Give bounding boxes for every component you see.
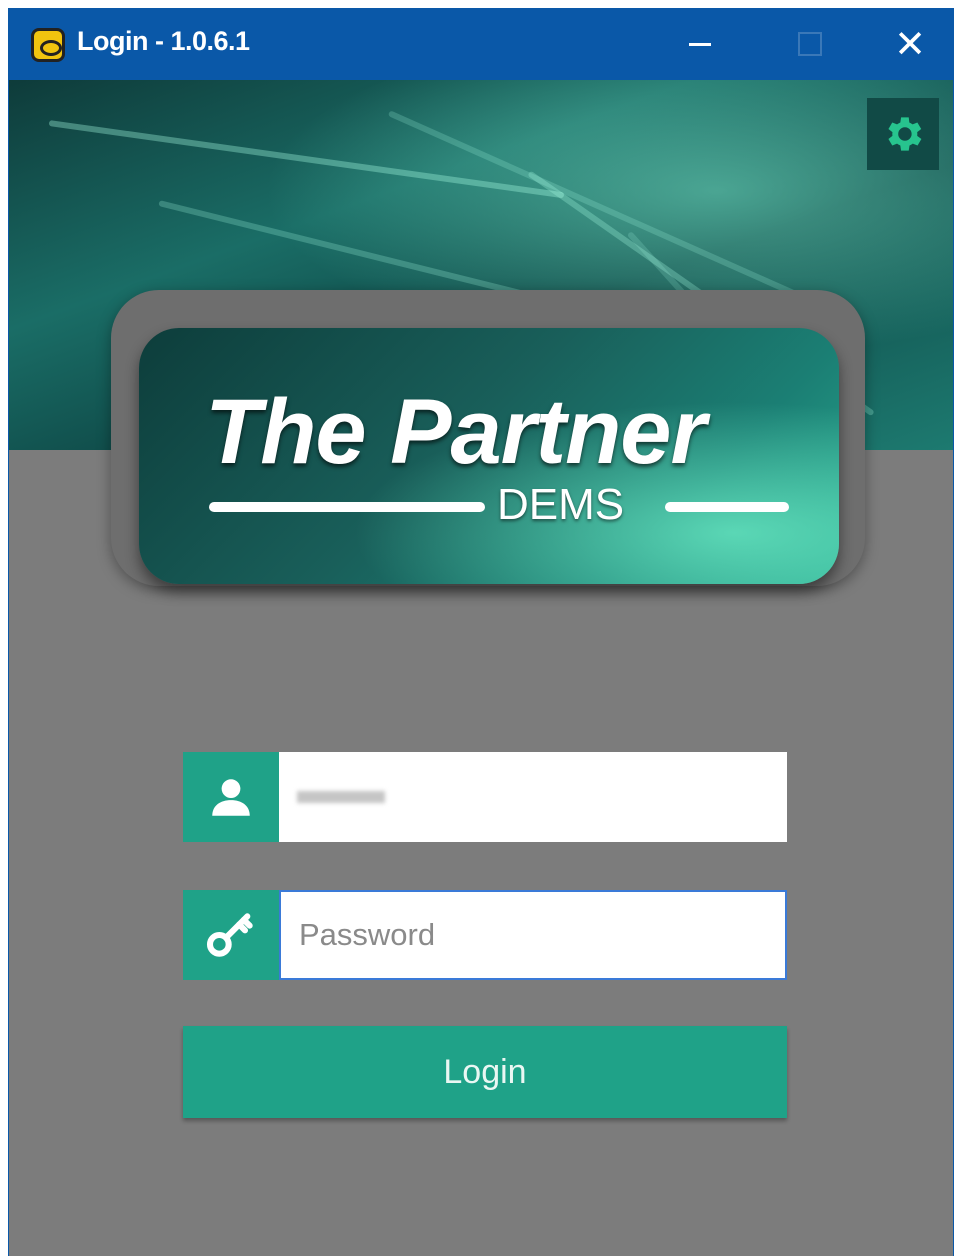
app-logo: The Partner DEMS — [139, 328, 839, 584]
app-icon — [31, 28, 65, 62]
login-button[interactable]: Login — [183, 1026, 787, 1118]
title-bar[interactable]: Login - 1.0.6.1 ✕ — [9, 8, 953, 80]
logo-title: The Partner — [205, 381, 706, 483]
user-icon — [183, 752, 279, 842]
logo-subtitle: DEMS — [497, 480, 625, 529]
minimize-button[interactable] — [655, 8, 745, 80]
logo-divider-right — [665, 502, 789, 512]
close-button[interactable]: ✕ — [865, 8, 953, 80]
gear-icon — [888, 117, 922, 151]
logo-divider-left — [209, 502, 485, 512]
username-value-redacted — [297, 791, 385, 803]
password-field[interactable] — [279, 890, 787, 980]
window-title: Login - 1.0.6.1 — [77, 26, 250, 56]
key-icon — [183, 890, 279, 980]
maximize-button[interactable] — [765, 8, 855, 80]
login-window: Login - 1.0.6.1 ✕ The Partner DEMS Login — [8, 8, 954, 1256]
settings-button[interactable] — [867, 98, 939, 170]
username-field[interactable] — [279, 752, 787, 842]
